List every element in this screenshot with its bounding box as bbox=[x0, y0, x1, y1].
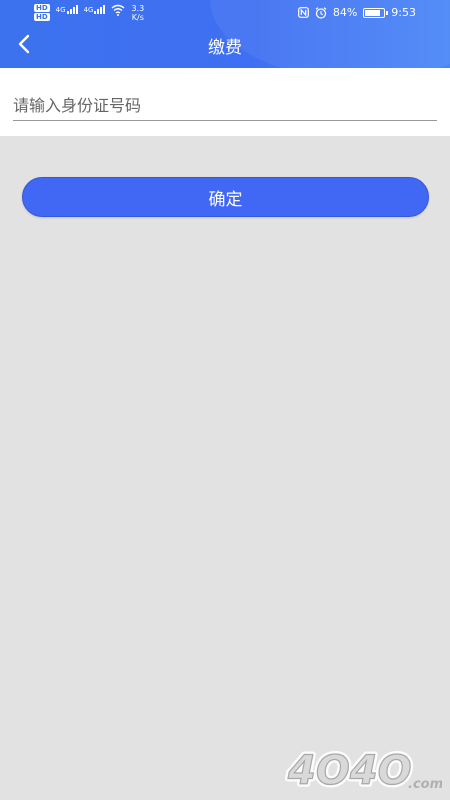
confirm-button[interactable]: 确定 bbox=[22, 177, 429, 217]
network-speed-value: 3.3 bbox=[131, 4, 145, 13]
signal-1: 4G bbox=[56, 4, 78, 14]
status-bar: HD HD 4G 4G 3.3 K/s 84% 9:53 bbox=[0, 0, 450, 26]
clock: 9:53 bbox=[391, 6, 416, 19]
network-speed: 3.3 K/s bbox=[131, 4, 144, 22]
signal-bars-icon bbox=[66, 4, 78, 14]
hd-badges: HD HD bbox=[34, 4, 50, 21]
network-type-1: 4G bbox=[55, 6, 66, 14]
page-title: 缴费 bbox=[208, 38, 242, 58]
battery-icon bbox=[363, 7, 389, 18]
signal-2: 4G bbox=[84, 4, 106, 14]
svg-text:.com: .com bbox=[408, 777, 442, 792]
form-panel bbox=[0, 68, 450, 136]
battery-fill bbox=[365, 9, 380, 16]
app-header: HD HD 4G 4G 3.3 K/s 84% 9:53 缴费 bbox=[0, 0, 450, 68]
wifi-icon bbox=[112, 4, 125, 16]
nfc-icon bbox=[297, 7, 309, 18]
status-bar-left: HD HD 4G 4G 3.3 K/s bbox=[34, 4, 144, 22]
hd-badge-1: HD bbox=[34, 4, 50, 12]
network-speed-unit: K/s bbox=[131, 13, 144, 22]
signal-bars-icon bbox=[94, 4, 106, 14]
svg-text:4O4O: 4O4O bbox=[287, 748, 412, 792]
network-type-2: 4G bbox=[83, 6, 94, 14]
battery-percent: 84% bbox=[332, 6, 358, 19]
watermark-logo: 4O4O 4O4O .com bbox=[284, 745, 442, 792]
id-number-input[interactable] bbox=[13, 91, 437, 121]
status-bar-right: 84% 9:53 bbox=[297, 6, 416, 19]
alarm-icon bbox=[315, 6, 327, 19]
hd-badge-2: HD bbox=[34, 13, 50, 21]
